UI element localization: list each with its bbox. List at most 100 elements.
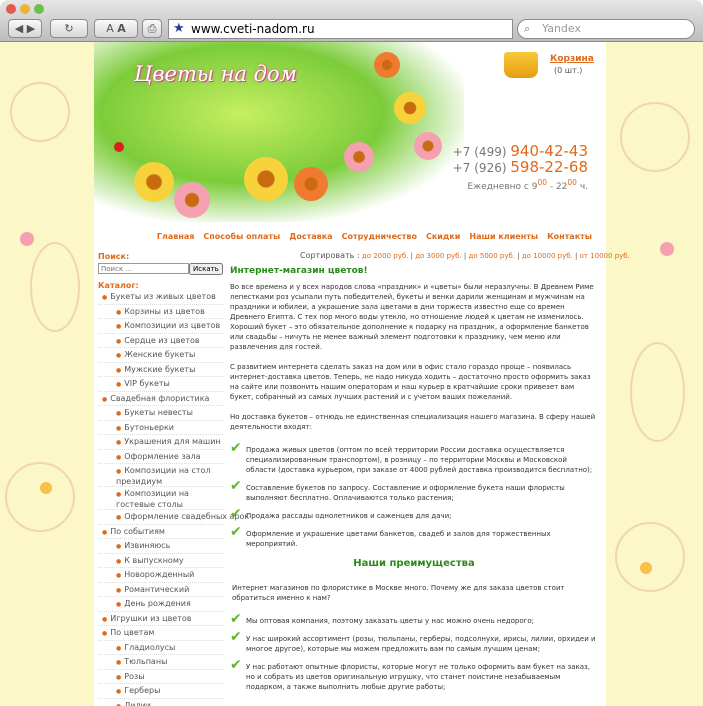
bullet-icon: ●: [116, 659, 122, 666]
sort-option[interactable]: до 5000 руб.: [469, 252, 516, 260]
decorative-swirl: [5, 462, 75, 532]
catalog-item[interactable]: ● День рождения: [98, 597, 223, 612]
back-button[interactable]: ◀ ▶: [8, 19, 42, 38]
catalog-item[interactable]: ● Оформление свадебных арок: [98, 510, 249, 525]
catalog-item[interactable]: ● Игрушки из цветов: [98, 612, 223, 626]
catalog-item[interactable]: ● Корзины из цветов: [98, 305, 223, 319]
search-field[interactable]: ⌕ Yandex: [517, 19, 695, 39]
zoom-window-icon[interactable]: [34, 4, 44, 14]
hours-to-minutes: 00: [567, 178, 577, 187]
sort-option[interactable]: до 3000 руб.: [415, 252, 462, 260]
catalog-item-label: Сердце из цветов: [124, 335, 200, 345]
service-item: ✔ Продажа живых цветов (оптом по всей тер…: [230, 441, 598, 475]
catalog-item[interactable]: ● Новорожденный: [98, 568, 223, 583]
catalog-item[interactable]: ● Женские букеты: [98, 348, 223, 363]
cart-basket-icon[interactable]: [504, 52, 538, 78]
catalog-item[interactable]: ● VIP букеты: [98, 377, 223, 392]
sort-bar: Сортировать : до 2000 руб. | до 3000 руб…: [300, 251, 630, 260]
bullet-icon: ●: [116, 337, 122, 345]
catalog-item[interactable]: ● Букеты невесты: [98, 406, 223, 421]
catalog-item[interactable]: ● Композиции на гостевые столы: [98, 487, 223, 510]
catalog-item[interactable]: ● Извиняюсь: [98, 539, 223, 554]
header-flowers-image: Цветы на дом: [94, 42, 464, 222]
bullet-icon: ●: [116, 381, 122, 388]
catalog-item-label: Корзины из цветов: [124, 306, 205, 316]
catalog-item[interactable]: ● Розы: [98, 670, 223, 684]
bullet-icon: ●: [116, 586, 122, 594]
phone-2-code: +7 (926): [452, 161, 507, 175]
bullet-icon: ●: [102, 294, 108, 301]
sidebar-search-input[interactable]: [98, 263, 189, 274]
bullet-icon: ●: [116, 366, 122, 374]
catalog-item-label: Композиции из цветов: [124, 321, 221, 330]
bullet-icon: ●: [116, 601, 122, 608]
catalog-item[interactable]: ● Свадебная флористика: [98, 392, 223, 406]
nav-delivery[interactable]: Доставка: [289, 232, 332, 246]
bookmark-star-icon[interactable]: ★: [173, 20, 185, 38]
page-background: Цветы на дом Корзина (0 шт.) +7 (499) 94…: [0, 42, 703, 706]
bullet-icon: ●: [116, 424, 122, 432]
advantages-title: Наши преимущества: [353, 558, 475, 569]
catalog-item[interactable]: ● Букеты из живых цветов: [98, 290, 223, 305]
catalog-item-label: Тюльпаны: [124, 657, 168, 666]
phone-1-code: +7 (499): [452, 145, 507, 159]
checkmark-icon: ✔: [230, 506, 242, 522]
catalog-item[interactable]: ● Бутоньерки: [98, 421, 223, 435]
decorative-swirl: [30, 242, 80, 332]
nav-contacts[interactable]: Контакты: [547, 232, 592, 246]
nav-home[interactable]: Главная: [157, 232, 194, 246]
nav-clients[interactable]: Наши клиенты: [469, 232, 538, 246]
catalog-item-label: Бутоньерки: [124, 422, 175, 432]
catalog-item[interactable]: ● Романтический: [98, 583, 223, 597]
catalog-item-label: Лилии: [124, 700, 151, 706]
catalog-item[interactable]: ● Тюльпаны: [98, 655, 223, 670]
cart-link[interactable]: Корзина: [550, 54, 594, 64]
catalog-item-label: Розы: [124, 671, 145, 681]
bullet-icon: ●: [116, 702, 122, 706]
minimize-window-icon[interactable]: [20, 4, 30, 14]
catalog-list: ● Букеты из живых цветов ● Корзины из цвето…: [98, 290, 249, 706]
address-bar[interactable]: ★ www.cveti-nadom.ru: [168, 19, 513, 39]
catalog-item-label: День рождения: [124, 599, 191, 608]
sort-option[interactable]: до 2000 руб.: [362, 252, 409, 260]
catalog-item[interactable]: ● Сердце из цветов: [98, 334, 223, 348]
catalog-item[interactable]: ● К выпускному: [98, 554, 223, 568]
bullet-icon: ●: [116, 468, 122, 475]
catalog-item[interactable]: ● Мужские букеты: [98, 363, 223, 377]
nav-cooperation[interactable]: Сотрудничество: [342, 232, 417, 246]
service-text: Оформление и украшение цветами банкетов,…: [246, 530, 551, 548]
nav-payment[interactable]: Способы оплаты: [203, 232, 280, 246]
print-button[interactable]: ⎙: [142, 19, 162, 38]
catalog-item[interactable]: ● Лилии: [98, 699, 223, 706]
nav-discounts[interactable]: Скидки: [426, 232, 460, 246]
checkmark-icon: ✔: [230, 524, 242, 540]
gerbera-flower: [414, 132, 442, 160]
bullet-icon: ●: [116, 572, 122, 579]
catalog-item[interactable]: ● Оформление зала: [98, 450, 223, 464]
catalog-item[interactable]: ● Композиции из цветов: [98, 319, 223, 334]
catalog-item-label: Новорожденный: [124, 570, 195, 579]
site-logo[interactable]: Цветы на дом: [134, 62, 297, 86]
sidebar-search-button[interactable]: Искать: [189, 263, 223, 275]
catalog-item[interactable]: ● Украшения для машин: [98, 435, 223, 450]
catalog-item[interactable]: ● По цветам: [98, 626, 223, 641]
reload-button[interactable]: ↻: [50, 19, 88, 38]
decorative-flower: [20, 232, 34, 246]
delivery-paragraph: С развитием интернета сделать заказ на д…: [230, 363, 591, 401]
catalog-item[interactable]: ● Гладиолусы: [98, 641, 223, 655]
sidebar: Поиск: Искать Каталог: ●Букеты из живых …: [98, 252, 249, 706]
catalog-item-label: VIP букеты: [124, 379, 170, 388]
sort-label: Сортировать :: [300, 251, 360, 260]
catalog-item[interactable]: ● Герберы: [98, 684, 223, 699]
service-text: Составление букетов по запросу. Составле…: [246, 484, 565, 502]
bullet-icon: ●: [116, 644, 122, 652]
advantage-text: Мы оптовая компания, поэтому заказать цв…: [246, 617, 534, 625]
bullet-icon: ●: [102, 615, 108, 623]
catalog-item-label: По событиям: [110, 526, 165, 536]
sort-option[interactable]: от 10000 руб.: [580, 252, 630, 260]
catalog-item[interactable]: ● Композиции на стол президиум: [98, 464, 223, 487]
sort-option[interactable]: до 10000 руб.: [522, 252, 573, 260]
text-size-button[interactable]: A A: [94, 19, 138, 38]
catalog-item[interactable]: ● По событиям: [98, 525, 223, 539]
close-window-icon[interactable]: [6, 4, 16, 14]
